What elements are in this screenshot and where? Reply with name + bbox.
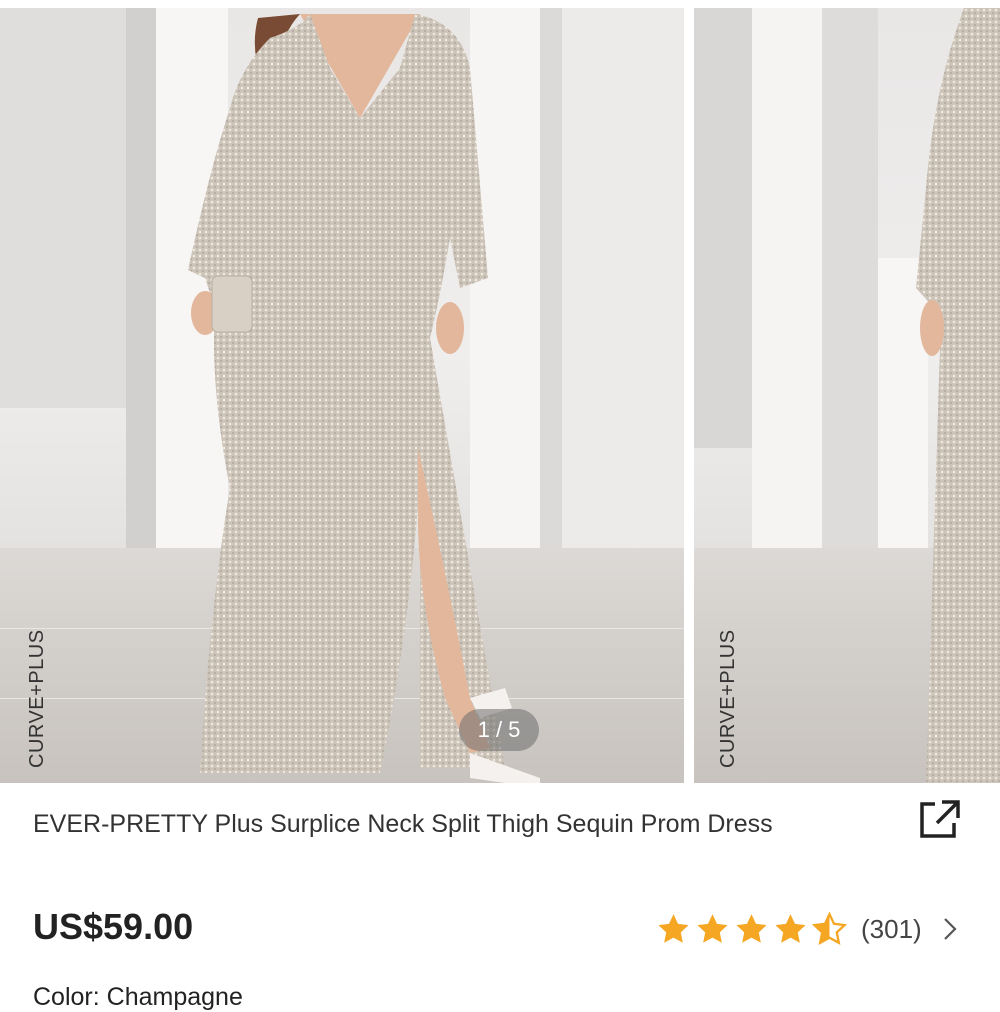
star-half-icon bbox=[812, 911, 847, 945]
product-image-main[interactable]: CURVE+PLUS bbox=[0, 8, 684, 783]
chevron-right-icon bbox=[943, 918, 957, 940]
product-image-next[interactable]: CURVE+PLUS bbox=[694, 8, 1000, 783]
color-label: Color: bbox=[33, 983, 100, 1011]
color-selection-label: Color: Champagne bbox=[33, 983, 243, 1012]
rating-stars bbox=[656, 911, 847, 947]
product-image-carousel[interactable]: CURVE+PLUS CURVE+PLUS 1 / 5 bbox=[0, 0, 1000, 783]
brand-tag-curve-plus-next: CURVE+PLUS bbox=[717, 629, 739, 768]
star-icon bbox=[697, 913, 728, 943]
image-pager-indicator: 1 / 5 bbox=[459, 709, 539, 751]
rating-summary[interactable]: (301) bbox=[656, 908, 958, 950]
star-icon bbox=[775, 913, 806, 943]
product-title: EVER-PRETTY Plus Surplice Neck Split Thi… bbox=[33, 810, 773, 838]
star-icon bbox=[658, 913, 689, 943]
color-value: Champagne bbox=[106, 983, 243, 1011]
product-price: US$59.00 bbox=[33, 906, 194, 947]
star-icon bbox=[736, 913, 767, 943]
share-button[interactable] bbox=[913, 797, 963, 843]
rating-count: (301) bbox=[861, 913, 922, 944]
brand-tag-curve-plus: CURVE+PLUS bbox=[26, 629, 48, 768]
share-external-icon bbox=[920, 800, 960, 838]
model-illustration bbox=[188, 14, 540, 783]
